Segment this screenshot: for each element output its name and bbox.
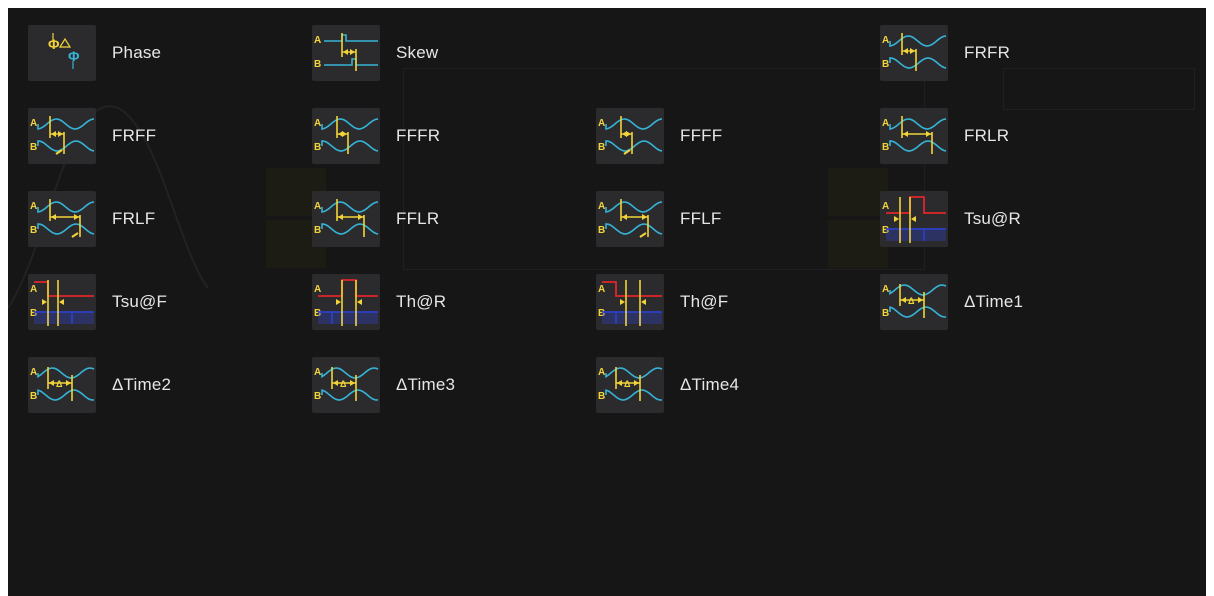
measure-item-label: FRFF [112, 126, 157, 145]
measure-item-fflf[interactable]: AB FFLF [596, 191, 721, 247]
measure-item-label: FFFF [680, 126, 723, 145]
svg-text:Φ: Φ [68, 48, 80, 64]
svg-text:A: A [882, 35, 889, 46]
measure-item-frff[interactable]: AB FRFF [28, 108, 156, 164]
svg-text:A: A [314, 201, 321, 212]
svg-text:B: B [30, 391, 37, 402]
svg-text:B: B [30, 142, 37, 153]
delta-time-icon: A B Δ [880, 274, 948, 330]
measure-item-delta-time4[interactable]: A B Δ ΔTime4 [596, 357, 739, 413]
svg-text:B: B [314, 391, 321, 402]
hold-fall-icon: AB [596, 274, 664, 330]
delta-time-icon: A B Δ [28, 357, 96, 413]
svg-text:A: A [314, 367, 321, 378]
fflf-icon: AB [596, 191, 664, 247]
fflr-icon: AB [312, 191, 380, 247]
svg-text:B: B [314, 225, 321, 236]
svg-text:B: B [598, 391, 605, 402]
measurement-select-panel: ΦΦ Phase AB Skew AB FRFR AB FRFF AB FFFR… [8, 8, 1206, 596]
measure-item-delta-time3[interactable]: A B Δ ΔTime3 [312, 357, 455, 413]
svg-text:B: B [598, 142, 605, 153]
svg-text:B: B [882, 308, 889, 319]
measure-item-tsu-f[interactable]: AB Tsu@F [28, 274, 167, 330]
svg-text:A: A [30, 284, 37, 295]
measure-item-label: FFLF [680, 209, 722, 228]
svg-text:B: B [30, 225, 37, 236]
svg-text:A: A [598, 367, 605, 378]
measurement-type-grid: ΦΦ Phase AB Skew AB FRFR AB FRFF AB FFFR… [8, 8, 1206, 596]
delta-time-icon: A B Δ [596, 357, 664, 413]
svg-text:A: A [598, 118, 605, 129]
measure-item-label: FRLR [964, 126, 1010, 145]
delta-time-icon: A B Δ [312, 357, 380, 413]
measure-item-frlr[interactable]: AB FRLR [880, 108, 1009, 164]
measure-item-frfr[interactable]: AB FRFR [880, 25, 1010, 81]
svg-text:Δ: Δ [340, 379, 347, 389]
measure-item-label: ΔTime1 [964, 292, 1024, 311]
ffff-icon: AB [596, 108, 664, 164]
svg-text:B: B [598, 225, 605, 236]
measure-item-label: FRFR [964, 43, 1011, 62]
fffr-icon: AB [312, 108, 380, 164]
phase-icon: ΦΦ [28, 25, 96, 81]
svg-text:A: A [882, 201, 889, 212]
frlf-icon: AB [28, 191, 96, 247]
svg-text:B: B [882, 59, 889, 70]
svg-text:A: A [882, 284, 889, 295]
measure-item-th-f[interactable]: AB Th@F [596, 274, 728, 330]
svg-text:B: B [314, 59, 321, 70]
svg-text:Δ: Δ [56, 379, 63, 389]
svg-text:A: A [30, 367, 37, 378]
measure-item-delta-time2[interactable]: A B Δ ΔTime2 [28, 357, 171, 413]
measure-item-label: Skew [396, 43, 439, 62]
measure-item-phase[interactable]: ΦΦ Phase [28, 25, 161, 81]
frfr-icon: AB [880, 25, 948, 81]
skew-icon: AB [312, 25, 380, 81]
svg-text:A: A [882, 118, 889, 129]
measure-item-fflr[interactable]: AB FFLR [312, 191, 439, 247]
svg-text:A: A [314, 118, 321, 129]
svg-text:B: B [882, 142, 889, 153]
svg-text:Δ: Δ [624, 379, 631, 389]
measure-item-label: ΔTime3 [396, 375, 456, 394]
measure-item-label: Th@F [680, 292, 729, 311]
measure-item-skew[interactable]: AB Skew [312, 25, 438, 81]
svg-text:A: A [314, 284, 321, 295]
hold-rise-icon: AB [312, 274, 380, 330]
setup-fall-icon: AB [28, 274, 96, 330]
measure-item-label: Th@R [396, 292, 447, 311]
measure-item-fffr[interactable]: AB FFFR [312, 108, 440, 164]
measure-item-label: Phase [112, 43, 162, 62]
frlr-icon: AB [880, 108, 948, 164]
svg-text:A: A [598, 201, 605, 212]
svg-text:A: A [314, 35, 321, 46]
svg-text:A: A [598, 284, 605, 295]
svg-text:B: B [314, 142, 321, 153]
measure-item-ffff[interactable]: AB FFFF [596, 108, 722, 164]
measure-item-label: ΔTime2 [112, 375, 172, 394]
measure-item-label: FRLF [112, 209, 156, 228]
measure-item-label: ΔTime4 [680, 375, 740, 394]
measure-item-label: Tsu@F [112, 292, 168, 311]
measure-item-label: FFLR [396, 209, 440, 228]
svg-text:A: A [30, 201, 37, 212]
measure-item-label: FFFR [396, 126, 441, 145]
measure-item-delta-time1[interactable]: A B Δ ΔTime1 [880, 274, 1023, 330]
measure-item-th-r[interactable]: AB Th@R [312, 274, 446, 330]
svg-text:Δ: Δ [908, 296, 915, 306]
frff-icon: AB [28, 108, 96, 164]
measure-item-tsu-r[interactable]: AB Tsu@R [880, 191, 1021, 247]
measure-item-frlf[interactable]: AB FRLF [28, 191, 155, 247]
measure-item-label: Tsu@R [964, 209, 1021, 228]
svg-text:A: A [30, 118, 37, 129]
svg-text:Φ: Φ [48, 36, 60, 52]
setup-rise-icon: AB [880, 191, 948, 247]
